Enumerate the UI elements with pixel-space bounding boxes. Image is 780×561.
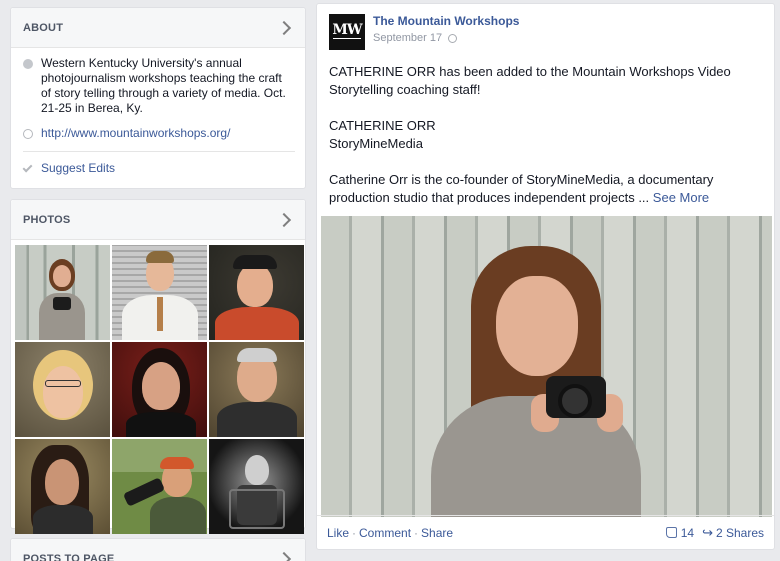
like-button[interactable]: Like bbox=[327, 526, 349, 540]
post-body: CATHERINE ORR has been added to the Moun… bbox=[317, 56, 774, 207]
photos-card: PHOTOS bbox=[10, 199, 306, 534]
photo-thumbnail[interactable] bbox=[15, 439, 110, 534]
checkmark-icon bbox=[22, 162, 33, 172]
posts-to-page-header[interactable]: POSTS TO PAGE bbox=[11, 539, 305, 561]
post-date-row: September 17 bbox=[373, 32, 519, 44]
posts-to-page-card: POSTS TO PAGE bbox=[10, 538, 306, 561]
logo-letters: MW bbox=[332, 22, 362, 38]
post-paragraph: Catherine Orr is the co-founder of Story… bbox=[329, 171, 762, 207]
info-icon bbox=[23, 59, 33, 69]
posts-to-page-title: POSTS TO PAGE bbox=[23, 553, 115, 561]
separator: · bbox=[352, 525, 357, 540]
photo-thumbnail[interactable] bbox=[112, 245, 207, 340]
page-name-link[interactable]: The Mountain Workshops bbox=[373, 14, 519, 28]
post-header: MW The Mountain Workshops September 17 bbox=[317, 4, 774, 56]
about-card: ABOUT Western Kentucky University's annu… bbox=[10, 7, 306, 189]
likes-count[interactable]: 14 bbox=[681, 526, 694, 540]
about-header[interactable]: ABOUT bbox=[11, 8, 305, 48]
thumbs-up-icon bbox=[665, 527, 677, 538]
globe-icon bbox=[448, 33, 458, 43]
suggest-edits-row[interactable]: Suggest Edits bbox=[22, 161, 295, 175]
photo-thumbnail[interactable] bbox=[209, 342, 304, 437]
chevron-right-icon[interactable] bbox=[276, 212, 292, 227]
photos-title: PHOTOS bbox=[23, 213, 71, 226]
photo-thumbnail[interactable] bbox=[15, 342, 110, 437]
post-org-line: StoryMineMedia bbox=[329, 136, 423, 151]
globe-icon bbox=[23, 129, 33, 139]
website-link[interactable]: http://www.mountainworkshops.org/ bbox=[41, 126, 230, 141]
page-logo[interactable]: MW bbox=[329, 14, 365, 50]
comment-button[interactable]: Comment bbox=[359, 526, 411, 540]
separator: · bbox=[414, 525, 419, 540]
shares-count[interactable]: 2 Shares bbox=[716, 526, 764, 540]
photos-header[interactable]: PHOTOS bbox=[11, 200, 305, 240]
chevron-right-icon[interactable] bbox=[276, 20, 292, 35]
photo-thumbnail[interactable] bbox=[15, 245, 110, 340]
share-arrow-icon: ↪ bbox=[702, 524, 713, 540]
about-website-row: http://www.mountainworkshops.org/ bbox=[23, 126, 295, 141]
chevron-right-icon[interactable] bbox=[276, 551, 292, 561]
post-date[interactable]: September 17 bbox=[373, 32, 442, 44]
divider bbox=[23, 151, 295, 152]
see-more-link[interactable]: See More bbox=[653, 190, 709, 205]
photo-thumbnail[interactable] bbox=[209, 439, 304, 534]
photo-grid bbox=[11, 240, 305, 534]
about-description-row: Western Kentucky University's annual pho… bbox=[23, 56, 295, 116]
post-actions-bar: Like · Comment · Share 14 ↪ 2 Shares bbox=[317, 515, 774, 549]
photo-thumbnail[interactable] bbox=[112, 439, 207, 534]
share-button[interactable]: Share bbox=[421, 526, 453, 540]
suggest-edits-link[interactable]: Suggest Edits bbox=[41, 161, 115, 175]
about-title: ABOUT bbox=[23, 21, 64, 34]
post-stats: 14 ↪ 2 Shares bbox=[665, 524, 764, 541]
post-card: MW The Mountain Workshops September 17 C… bbox=[316, 3, 775, 550]
post-paragraph: CATHERINE ORR has been added to the Moun… bbox=[329, 64, 731, 97]
post-paragraph: CATHERINE ORR StoryMineMedia bbox=[329, 117, 762, 153]
about-description: Western Kentucky University's annual pho… bbox=[41, 56, 286, 115]
post-photo[interactable] bbox=[321, 216, 772, 517]
photo-thumbnail[interactable] bbox=[209, 245, 304, 340]
post-name-line: CATHERINE ORR bbox=[329, 118, 436, 133]
photo-thumbnail[interactable] bbox=[112, 342, 207, 437]
